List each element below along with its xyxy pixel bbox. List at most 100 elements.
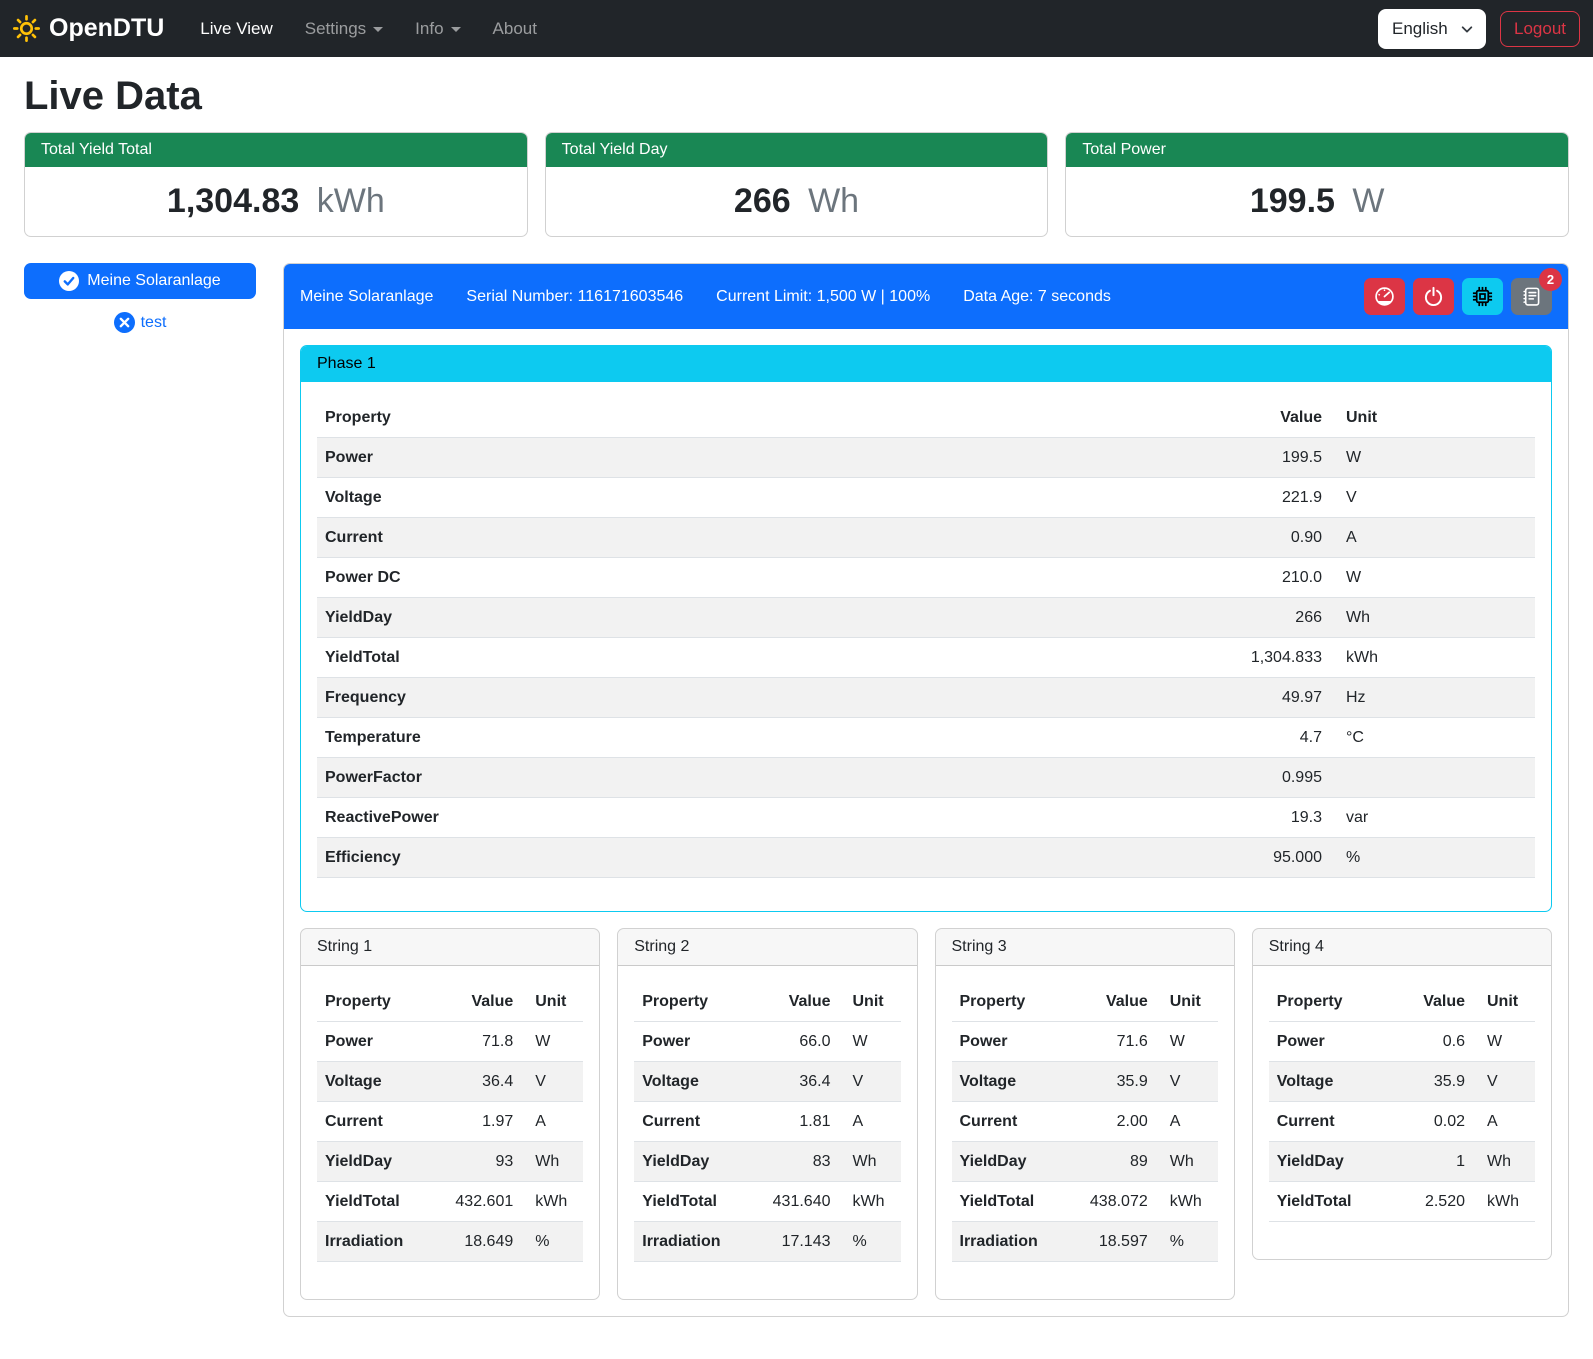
inverter-data-age: Data Age: 7 seconds: [963, 288, 1111, 306]
table-row: Efficiency95.000%: [317, 838, 1535, 878]
total-yield-total-value: 1,304.83: [167, 182, 299, 220]
speedometer-icon: [1374, 286, 1395, 307]
phase-title: Phase 1: [301, 346, 1551, 382]
phase-table: Property Value Unit Power199.5WVoltage22…: [317, 398, 1535, 878]
table-row: YieldTotal432.601kWh: [317, 1182, 583, 1222]
inverter-toolbar: 2: [1364, 278, 1552, 315]
table-row: YieldDay266Wh: [317, 598, 1535, 638]
table-row: Power199.5W: [317, 438, 1535, 478]
table-row: Power DC210.0W: [317, 558, 1535, 598]
navbar: OpenDTU Live View Settings Info About En…: [0, 0, 1593, 57]
table-row: Voltage36.4V: [634, 1062, 900, 1102]
string-table-3: Property Value Unit Power71.6WVoltage35.…: [952, 982, 1218, 1262]
brand[interactable]: OpenDTU: [13, 14, 164, 43]
column-header-unit: Unit: [1330, 398, 1535, 438]
inverter-item-test-label: test: [141, 314, 167, 332]
table-row: YieldDay1Wh: [1269, 1142, 1535, 1182]
navbar-right: English Logout: [1378, 9, 1580, 49]
table-row: Voltage221.9V: [317, 478, 1535, 518]
table-row: Frequency49.97Hz: [317, 678, 1535, 718]
string-card-1: String 1 Property Value Unit: [300, 928, 600, 1300]
card-title: Total Yield Total: [25, 133, 527, 167]
page-title: Live Data: [24, 74, 1569, 119]
table-row: Irradiation18.597%: [952, 1222, 1218, 1262]
chevron-down-icon: [1460, 22, 1474, 36]
total-yield-total-card: Total Yield Total 1,304.83 kWh: [24, 132, 528, 237]
table-row: Voltage35.9V: [1269, 1062, 1535, 1102]
power-icon: [1423, 286, 1444, 307]
table-row: Voltage36.4V: [317, 1062, 583, 1102]
card-title: Total Power: [1066, 133, 1568, 167]
cpu-icon: [1472, 286, 1493, 307]
inverter-selected-label: Meine Solaranlage: [87, 272, 220, 290]
table-row: YieldTotal2.520kWh: [1269, 1182, 1535, 1222]
table-row: YieldTotal438.072kWh: [952, 1182, 1218, 1222]
inverter-header: Meine Solaranlage Serial Number: 1161716…: [284, 264, 1568, 329]
limit-settings-button[interactable]: [1364, 278, 1405, 315]
column-header-property: Property: [952, 982, 1064, 1022]
card-title: Total Yield Day: [546, 133, 1048, 167]
column-header-value: Value: [1064, 982, 1156, 1022]
language-select[interactable]: English: [1378, 9, 1486, 49]
inverter-sidebar: Meine Solaranlage test: [24, 263, 256, 333]
column-header-value: Value: [747, 982, 839, 1022]
table-row: PowerFactor0.995: [317, 758, 1535, 798]
total-yield-day-card: Total Yield Day 266 Wh: [545, 132, 1049, 237]
string-title: String 3: [936, 929, 1234, 966]
inverter-serial: Serial Number: 116171603546: [466, 288, 683, 306]
caret-down-icon: [451, 27, 461, 32]
event-count-badge: 2: [1539, 268, 1562, 291]
total-power-unit: W: [1352, 182, 1384, 220]
check-circle-icon: [59, 271, 79, 291]
column-header-unit: Unit: [521, 982, 583, 1022]
table-row: Power71.6W: [952, 1022, 1218, 1062]
nav-item-info[interactable]: Info: [399, 11, 476, 47]
caret-down-icon: [373, 27, 383, 32]
column-header-unit: Unit: [1473, 982, 1535, 1022]
device-info-button[interactable]: [1462, 278, 1503, 315]
table-row: ReactivePower19.3var: [317, 798, 1535, 838]
sun-icon: [13, 15, 40, 42]
inverter-selected-button[interactable]: Meine Solaranlage: [24, 263, 256, 299]
power-button[interactable]: [1413, 278, 1454, 315]
total-yield-total-unit: kWh: [317, 182, 385, 220]
journal-text-icon: [1521, 286, 1542, 307]
column-header-unit: Unit: [1156, 982, 1218, 1022]
table-row: YieldDay89Wh: [952, 1142, 1218, 1182]
nav-item-settings[interactable]: Settings: [289, 11, 399, 47]
string-card-3: String 3 Property Value Unit: [935, 928, 1235, 1300]
column-header-property: Property: [317, 982, 429, 1022]
string-table-4: Property Value Unit Power0.6WVoltage35.9…: [1269, 982, 1535, 1222]
string-card-2: String 2 Property Value Unit: [617, 928, 917, 1300]
table-row: Irradiation18.649%: [317, 1222, 583, 1262]
string-title: String 4: [1253, 929, 1551, 966]
table-row: Power71.8W: [317, 1022, 583, 1062]
table-row: Power0.6W: [1269, 1022, 1535, 1062]
total-yield-day-unit: Wh: [808, 182, 859, 220]
string-table-2: Property Value Unit Power66.0WVoltage36.…: [634, 982, 900, 1262]
event-log-button[interactable]: 2: [1511, 278, 1552, 315]
inverter-item-test[interactable]: test: [24, 312, 256, 333]
string-title: String 2: [618, 929, 916, 966]
column-header-property: Property: [634, 982, 746, 1022]
table-row: Current0.02A: [1269, 1102, 1535, 1142]
nav-item-live-view[interactable]: Live View: [184, 11, 288, 47]
nav-item-about[interactable]: About: [477, 11, 553, 47]
table-row: YieldDay93Wh: [317, 1142, 583, 1182]
inverter-name: Meine Solaranlage: [300, 288, 433, 306]
total-yield-day-value: 266: [734, 182, 791, 220]
string-table-1: Property Value Unit Power71.8WVoltage36.…: [317, 982, 583, 1262]
strings-row: String 1 Property Value Unit: [300, 928, 1552, 1300]
phase-panel: Phase 1 Property Value Unit Power199.5WV…: [300, 345, 1552, 912]
column-header-value: Value: [1381, 982, 1473, 1022]
inverter-limit: Current Limit: 1,500 W | 100%: [716, 288, 930, 306]
column-header-property: Property: [1269, 982, 1381, 1022]
table-row: Temperature4.7°C: [317, 718, 1535, 758]
table-row: Current2.00A: [952, 1102, 1218, 1142]
logout-button[interactable]: Logout: [1500, 11, 1580, 47]
column-header-value: Value: [429, 982, 521, 1022]
total-power-value: 199.5: [1250, 182, 1335, 220]
nav-links: Live View Settings Info About: [184, 11, 553, 47]
summary-row: Total Yield Total 1,304.83 kWh Total Yie…: [24, 132, 1569, 237]
language-value: English: [1392, 19, 1448, 39]
